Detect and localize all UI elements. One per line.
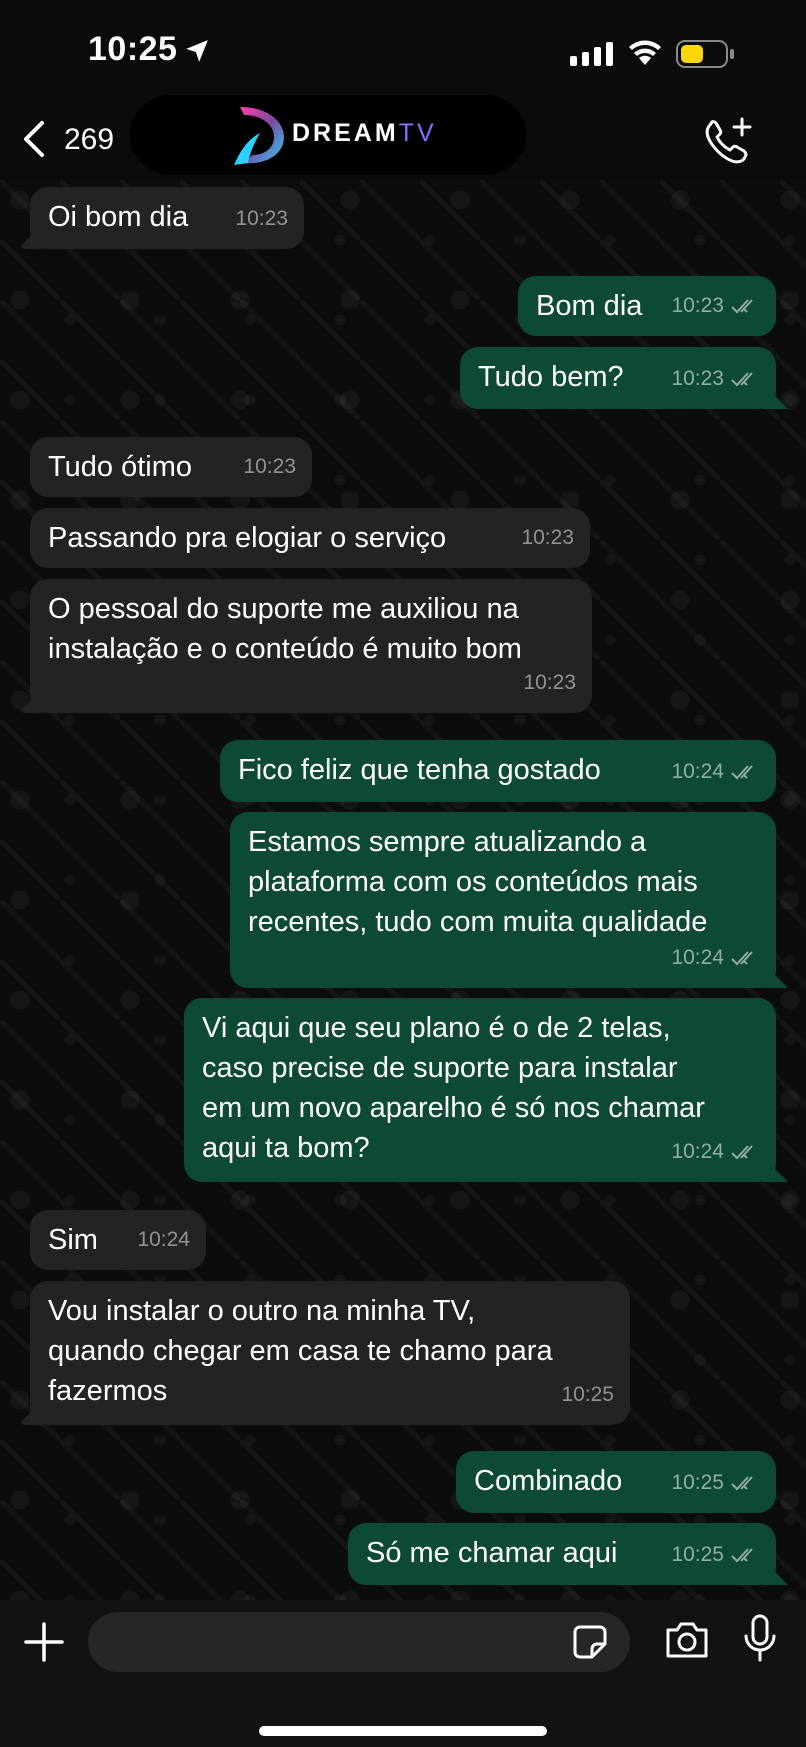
status-bar: 10:25 (0, 0, 806, 100)
read-receipt-icon (731, 1548, 753, 1563)
message-time: 10:24 (671, 760, 724, 783)
message-bubble-outgoing[interactable]: Bom dia 10:23 (518, 276, 776, 336)
message-time: 10:23 (671, 367, 724, 390)
message-input[interactable] (88, 1612, 630, 1672)
microphone-icon[interactable] (742, 1614, 778, 1664)
brand-name-suffix: TV (398, 119, 437, 147)
read-receipt-icon (731, 765, 753, 780)
message-meta: 10:25 (561, 1375, 614, 1415)
message-time: 10:23 (243, 455, 296, 478)
message-meta: 10:23 (671, 286, 760, 326)
message-text: O pessoal do suporte me auxiliou na inst… (48, 593, 522, 665)
dreamtv-logo-icon (234, 107, 284, 165)
message-meta: 10:23 (235, 199, 288, 239)
message-time: 10:24 (671, 1140, 724, 1163)
message-bubble-incoming[interactable]: Vou instalar o outro na minha TV, quando… (30, 1281, 630, 1425)
message-text: Estamos sempre atualizando a plataforma … (248, 826, 708, 938)
message-meta: 10:24 (671, 938, 760, 978)
message-bubble-outgoing[interactable]: Só me chamar aqui 10:25 (348, 1523, 776, 1585)
battery-icon (676, 40, 734, 68)
read-receipt-icon (731, 951, 753, 966)
status-time: 10:25 (88, 30, 178, 68)
message-meta: 10:23 (671, 359, 760, 399)
message-time: 10:25 (671, 1543, 724, 1566)
brand-name-main: DREAM (292, 119, 399, 147)
camera-icon[interactable] (664, 1620, 710, 1660)
message-bubble-incoming[interactable]: Sim 10:24 (30, 1210, 206, 1270)
brand-name: DREAMTV (292, 119, 437, 148)
chat-header: 269 DREAMTV (0, 95, 806, 185)
message-time: 10:24 (137, 1228, 190, 1251)
message-time: 10:23 (523, 671, 576, 694)
message-text: Passando pra elogiar o serviço (48, 522, 447, 554)
message-bubble-incoming[interactable]: Tudo ótimo 10:23 (30, 437, 312, 497)
contact-banner[interactable]: DREAMTV (130, 95, 526, 175)
message-time: 10:23 (521, 526, 574, 549)
message-bubble-outgoing[interactable]: Tudo bem? 10:23 (460, 347, 776, 409)
read-receipt-icon (731, 299, 753, 314)
read-receipt-icon (731, 1476, 753, 1491)
message-time: 10:23 (235, 207, 288, 230)
message-meta: 10:23 (243, 447, 296, 487)
plus-icon[interactable] (22, 1620, 66, 1664)
message-bubble-outgoing[interactable]: Estamos sempre atualizando a plataforma … (230, 812, 776, 988)
phone-plus-icon[interactable] (702, 117, 754, 165)
location-arrow-icon (186, 40, 208, 62)
cellular-signal-icon (570, 42, 613, 66)
back-chevron-icon[interactable] (20, 119, 50, 159)
message-time: 10:23 (671, 294, 724, 317)
message-bubble-outgoing[interactable]: Vi aqui que seu plano é o de 2 telas, ca… (184, 998, 776, 1182)
message-time: 10:25 (561, 1383, 614, 1406)
message-bubble-incoming[interactable]: O pessoal do suporte me auxiliou na inst… (30, 579, 592, 713)
message-meta: 10:25 (671, 1535, 760, 1575)
wifi-icon (629, 40, 661, 65)
message-text: Vou instalar o outro na minha TV, quando… (48, 1295, 553, 1407)
back-unread-count[interactable]: 269 (64, 123, 114, 157)
message-meta: 10:23 (523, 663, 576, 703)
message-meta: 10:24 (137, 1220, 190, 1260)
message-bubble-incoming[interactable]: Passando pra elogiar o serviço 10:23 (30, 508, 590, 568)
message-time: 10:25 (671, 1471, 724, 1494)
home-indicator (259, 1726, 547, 1736)
message-meta: 10:23 (521, 518, 574, 558)
message-meta: 10:25 (671, 1463, 760, 1503)
message-time: 10:24 (671, 946, 724, 969)
read-receipt-icon (731, 1145, 753, 1160)
message-bubble-incoming[interactable]: Oi bom dia 10:23 (30, 187, 304, 249)
message-meta: 10:24 (671, 1132, 760, 1172)
sticker-icon[interactable] (572, 1624, 608, 1660)
message-meta: 10:24 (671, 752, 760, 792)
message-bubble-outgoing[interactable]: Combinado 10:25 (456, 1451, 776, 1513)
read-receipt-icon (731, 372, 753, 387)
message-bubble-outgoing[interactable]: Fico feliz que tenha gostado 10:24 (220, 740, 776, 802)
composer-bar (0, 1600, 806, 1747)
